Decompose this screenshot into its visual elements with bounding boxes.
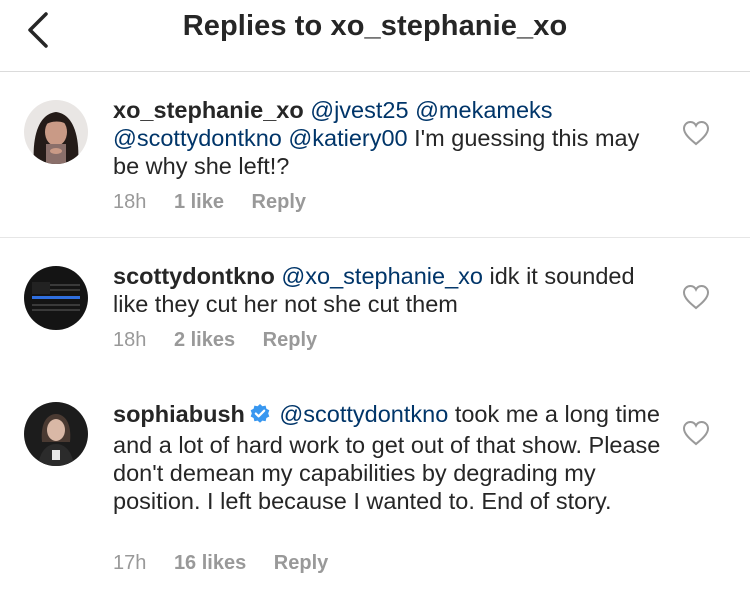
comment-text: xo_stephanie_xo @jvest25 @mekameks @scot… xyxy=(113,96,661,180)
comment-text: scottydontkno @xo_stephanie_xo idk it so… xyxy=(113,262,661,318)
mention-link[interactable]: @scottydontkno xyxy=(279,401,448,427)
comment-item: scottydontkno @xo_stephanie_xo idk it so… xyxy=(0,238,750,380)
comment-item: sophiabush @scottydontkno took me a long… xyxy=(0,380,750,600)
mention-link[interactable]: @xo_stephanie_xo xyxy=(281,263,483,289)
thin-blue-line-flag-avatar-icon[interactable] xyxy=(24,266,88,330)
reply-button[interactable]: Reply xyxy=(263,329,317,351)
comment-username[interactable]: scottydontkno xyxy=(113,263,275,289)
mention-link[interactable]: @jvest25 xyxy=(310,97,408,123)
comment-username[interactable]: xo_stephanie_xo xyxy=(113,97,304,123)
likes-count[interactable]: 2 likes xyxy=(174,329,235,351)
reply-button[interactable]: Reply xyxy=(252,191,306,213)
comment-item: xo_stephanie_xo @jvest25 @mekameks @scot… xyxy=(0,72,750,238)
comment-meta: 17h 16 likes Reply xyxy=(113,552,350,575)
heart-icon[interactable] xyxy=(682,284,710,310)
comment-time: 18h xyxy=(113,191,147,213)
comment-meta: 18h 2 likes Reply xyxy=(113,329,339,352)
comment-time: 18h xyxy=(113,329,147,351)
top-bar: Replies to xo_stephanie_xo xyxy=(0,0,750,72)
reply-button[interactable]: Reply xyxy=(274,552,328,574)
heart-icon[interactable] xyxy=(682,420,710,446)
verified-badge-icon xyxy=(249,403,271,431)
mention-link[interactable]: @katiery00 xyxy=(288,125,407,151)
likes-count[interactable]: 16 likes xyxy=(174,552,246,574)
user-avatar-icon[interactable] xyxy=(24,402,88,466)
comment-meta: 18h 1 like Reply xyxy=(113,191,328,214)
mention-link[interactable]: @scottydontkno xyxy=(113,125,282,151)
likes-count[interactable]: 1 like xyxy=(174,191,224,213)
page-title: Replies to xo_stephanie_xo xyxy=(182,10,568,42)
user-avatar-icon[interactable] xyxy=(24,100,88,164)
heart-icon[interactable] xyxy=(682,120,710,146)
mention-link[interactable]: @mekameks xyxy=(415,97,552,123)
comment-username[interactable]: sophiabush xyxy=(113,401,245,427)
comment-text: sophiabush @scottydontkno took me a long… xyxy=(113,400,661,515)
comment-time: 17h xyxy=(113,552,147,574)
